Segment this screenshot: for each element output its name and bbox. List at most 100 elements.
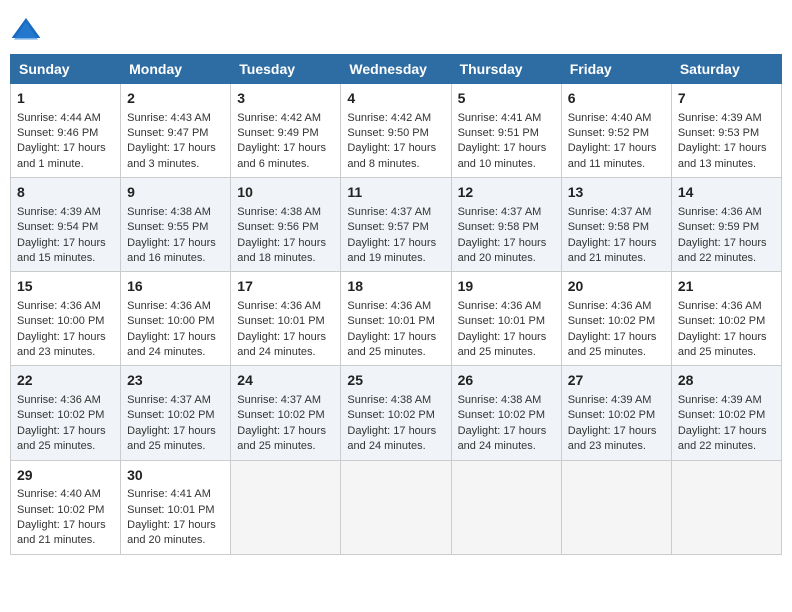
- daylight-label: Daylight: 17 hours and 16 minutes.: [127, 237, 216, 264]
- daylight-label: Daylight: 17 hours and 8 minutes.: [347, 142, 436, 169]
- day-info: Sunrise: 4:37 AMSunset: 10:02 PMDaylight…: [127, 393, 224, 455]
- sunset-label: Sunset: 9:58 PM: [568, 221, 649, 233]
- calendar-cell: 4 Sunrise: 4:42 AM Sunset: 9:50 PM Daylight…: [341, 84, 451, 178]
- day-info: Sunrise: 4:36 AMSunset: 10:02 PMDaylight…: [17, 393, 114, 455]
- sunrise-label: Sunrise: 4:36 AM: [458, 300, 542, 312]
- sunset-label: Sunset: 10:00 PM: [127, 315, 214, 327]
- calendar-cell: 8Sunrise: 4:39 AMSunset: 9:54 PMDaylight…: [11, 178, 121, 272]
- daylight-label: Daylight: 17 hours and 22 minutes.: [678, 425, 767, 452]
- day-number: 3: [237, 89, 334, 109]
- day-number: 10: [237, 183, 334, 203]
- calendar-weekday-friday: Friday: [561, 55, 671, 84]
- sunset-label: Sunset: 9:56 PM: [237, 221, 318, 233]
- day-number: 15: [17, 277, 114, 297]
- sunset-label: Sunset: 9:50 PM: [347, 127, 428, 139]
- calendar-weekday-saturday: Saturday: [671, 55, 781, 84]
- daylight-label: Daylight: 17 hours and 25 minutes.: [237, 425, 326, 452]
- sunset-label: Sunset: 9:55 PM: [127, 221, 208, 233]
- calendar-cell: 20Sunrise: 4:36 AMSunset: 10:02 PMDaylig…: [561, 272, 671, 366]
- day-number: 11: [347, 183, 444, 203]
- calendar-cell: [451, 460, 561, 554]
- calendar-cell: 17Sunrise: 4:36 AMSunset: 10:01 PMDaylig…: [231, 272, 341, 366]
- sunrise-label: Sunrise: 4:36 AM: [678, 300, 762, 312]
- daylight-label: Daylight: 17 hours and 21 minutes.: [568, 237, 657, 264]
- calendar-cell: [231, 460, 341, 554]
- day-info: Sunrise: 4:39 AMSunset: 9:54 PMDaylight:…: [17, 205, 114, 267]
- calendar-header-row: SundayMondayTuesdayWednesdayThursdayFrid…: [11, 55, 782, 84]
- sunset-label: Sunset: 10:02 PM: [347, 409, 434, 421]
- sunset-label: Sunset: 10:01 PM: [127, 504, 214, 516]
- sunrise-label: Sunrise: 4:39 AM: [17, 206, 101, 218]
- calendar-weekday-thursday: Thursday: [451, 55, 561, 84]
- daylight-label: Daylight: 17 hours and 19 minutes.: [347, 237, 436, 264]
- calendar-weekday-tuesday: Tuesday: [231, 55, 341, 84]
- sunset-label: Sunset: 9:46 PM: [17, 127, 98, 139]
- day-info: Sunrise: 4:36 AMSunset: 10:00 PMDaylight…: [127, 299, 224, 361]
- calendar-cell: 25Sunrise: 4:38 AMSunset: 10:02 PMDaylig…: [341, 366, 451, 460]
- day-info: Sunrise: 4:40 AMSunset: 9:52 PMDaylight:…: [568, 111, 665, 173]
- day-info: Sunrise: 4:42 AMSunset: 9:49 PMDaylight:…: [237, 111, 334, 173]
- daylight-label: Daylight: 17 hours and 25 minutes.: [347, 331, 436, 358]
- daylight-label: Daylight: 17 hours and 25 minutes.: [127, 425, 216, 452]
- calendar-weekday-wednesday: Wednesday: [341, 55, 451, 84]
- day-info: Sunrise: 4:42 AM Sunset: 9:50 PM Daylight:…: [347, 111, 444, 173]
- calendar-cell: 19Sunrise: 4:36 AMSunset: 10:01 PMDaylig…: [451, 272, 561, 366]
- day-number: 4: [347, 89, 444, 109]
- sunrise-label: Sunrise: 4:36 AM: [237, 300, 321, 312]
- calendar-cell: 12Sunrise: 4:37 AMSunset: 9:58 PMDayligh…: [451, 178, 561, 272]
- sunrise-label: Sunrise: 4:42 AM: [347, 112, 431, 124]
- daylight-label: Daylight: 17 hours and 25 minutes.: [568, 331, 657, 358]
- calendar-cell: [341, 460, 451, 554]
- calendar-cell: [671, 460, 781, 554]
- header: [10, 10, 782, 46]
- day-info: Sunrise: 4:39 AMSunset: 9:53 PMDaylight:…: [678, 111, 775, 173]
- calendar-week-row: 8Sunrise: 4:39 AMSunset: 9:54 PMDaylight…: [11, 178, 782, 272]
- sunrise-label: Sunrise: 4:44 AM: [17, 112, 101, 124]
- daylight-label: Daylight: 17 hours and 1 minute.: [17, 142, 106, 169]
- calendar-cell: 23Sunrise: 4:37 AMSunset: 10:02 PMDaylig…: [121, 366, 231, 460]
- sunrise-label: Sunrise: 4:38 AM: [237, 206, 321, 218]
- sunset-label: Sunset: 9:49 PM: [237, 127, 318, 139]
- sunset-label: Sunset: 10:00 PM: [17, 315, 104, 327]
- day-info: Sunrise: 4:41 AMSunset: 9:51 PMDaylight:…: [458, 111, 555, 173]
- daylight-label: Daylight: 17 hours and 24 minutes.: [458, 425, 547, 452]
- sunrise-label: Sunrise: 4:37 AM: [568, 206, 652, 218]
- daylight-label: Daylight: 17 hours and 13 minutes.: [678, 142, 767, 169]
- sunset-label: Sunset: 10:02 PM: [237, 409, 324, 421]
- sunset-label: Sunset: 10:02 PM: [17, 504, 104, 516]
- day-info: Sunrise: 4:37 AMSunset: 9:58 PMDaylight:…: [458, 205, 555, 267]
- day-number: 28: [678, 371, 775, 391]
- calendar-cell: 30Sunrise: 4:41 AMSunset: 10:01 PMDaylig…: [121, 460, 231, 554]
- day-number: 8: [17, 183, 114, 203]
- day-number: 16: [127, 277, 224, 297]
- day-number: 29: [17, 466, 114, 486]
- sunset-label: Sunset: 10:01 PM: [458, 315, 545, 327]
- sunrise-label: Sunrise: 4:36 AM: [17, 300, 101, 312]
- calendar-cell: 21Sunrise: 4:36 AMSunset: 10:02 PMDaylig…: [671, 272, 781, 366]
- day-info: Sunrise: 4:44 AM Sunset: 9:46 PM Daylight:…: [17, 111, 114, 173]
- day-number: 2: [127, 89, 224, 109]
- sunset-label: Sunset: 10:02 PM: [568, 409, 655, 421]
- calendar-cell: 18Sunrise: 4:36 AMSunset: 10:01 PMDaylig…: [341, 272, 451, 366]
- calendar-cell: 16Sunrise: 4:36 AMSunset: 10:00 PMDaylig…: [121, 272, 231, 366]
- day-info: Sunrise: 4:36 AMSunset: 10:02 PMDaylight…: [678, 299, 775, 361]
- sunrise-label: Sunrise: 4:38 AM: [347, 394, 431, 406]
- daylight-label: Daylight: 17 hours and 20 minutes.: [127, 519, 216, 546]
- sunset-label: Sunset: 10:02 PM: [568, 315, 655, 327]
- calendar-cell: 5Sunrise: 4:41 AMSunset: 9:51 PMDaylight…: [451, 84, 561, 178]
- day-number: 7: [678, 89, 775, 109]
- sunrise-label: Sunrise: 4:36 AM: [17, 394, 101, 406]
- sunrise-label: Sunrise: 4:39 AM: [678, 394, 762, 406]
- daylight-label: Daylight: 17 hours and 24 minutes.: [347, 425, 436, 452]
- day-number: 1: [17, 89, 114, 109]
- calendar-weekday-monday: Monday: [121, 55, 231, 84]
- sunrise-label: Sunrise: 4:40 AM: [17, 488, 101, 500]
- sunrise-label: Sunrise: 4:39 AM: [568, 394, 652, 406]
- calendar-cell: 3Sunrise: 4:42 AMSunset: 9:49 PMDaylight…: [231, 84, 341, 178]
- calendar-cell: 27Sunrise: 4:39 AMSunset: 10:02 PMDaylig…: [561, 366, 671, 460]
- daylight-label: Daylight: 17 hours and 23 minutes.: [568, 425, 657, 452]
- calendar-week-row: 15Sunrise: 4:36 AMSunset: 10:00 PMDaylig…: [11, 272, 782, 366]
- daylight-label: Daylight: 17 hours and 15 minutes.: [17, 237, 106, 264]
- sunset-label: Sunset: 9:57 PM: [347, 221, 428, 233]
- sunrise-label: Sunrise: 4:37 AM: [127, 394, 211, 406]
